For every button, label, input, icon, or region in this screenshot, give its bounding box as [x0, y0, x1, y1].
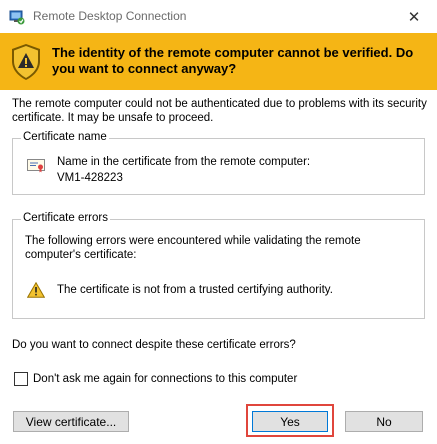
remote-desktop-icon: [9, 10, 25, 25]
close-icon[interactable]: ✕: [408, 8, 421, 26]
certificate-name-info: Name in the certificate from the remote …: [57, 154, 310, 186]
close-button[interactable]: ✕: [391, 0, 437, 33]
warning-banner: The identity of the remote computer cann…: [0, 33, 437, 90]
view-certificate-button[interactable]: View certificate...: [13, 411, 129, 432]
intro-text: The remote computer could not be authent…: [12, 98, 427, 124]
certificate-name-label: Name in the certificate from the remote …: [57, 156, 311, 168]
title-bar: Remote Desktop Connection ✕: [0, 0, 437, 33]
certificate-errors-group: Certificate errors The following errors …: [12, 212, 425, 319]
certificate-name-value: VM1-428223: [57, 172, 123, 184]
question-text: Do you want to connect despite these cer…: [12, 339, 296, 351]
certificate-name-group: Certificate name Name in the certificate…: [12, 131, 425, 195]
window-title: Remote Desktop Connection: [33, 9, 187, 23]
certificate-icon: [27, 159, 45, 173]
no-button[interactable]: No: [345, 411, 423, 432]
certificate-errors-description: The following errors were encountered wh…: [25, 235, 361, 261]
warning-icon: [27, 282, 45, 298]
certificate-error-item: The certificate is not from a trusted ce…: [57, 284, 333, 296]
security-shield-warning-icon: [12, 44, 40, 80]
banner-message: The identity of the remote computer cann…: [52, 45, 414, 76]
dont-ask-again-checkbox[interactable]: [14, 372, 28, 386]
dont-ask-again-label[interactable]: Don't ask me again for connections to th…: [33, 373, 297, 385]
certificate-errors-title: Certificate errors: [21, 212, 110, 224]
yes-button[interactable]: Yes: [252, 411, 328, 432]
certificate-name-title: Certificate name: [21, 131, 109, 143]
dont-ask-again-row[interactable]: Don't ask me again for connections to th…: [14, 372, 297, 386]
